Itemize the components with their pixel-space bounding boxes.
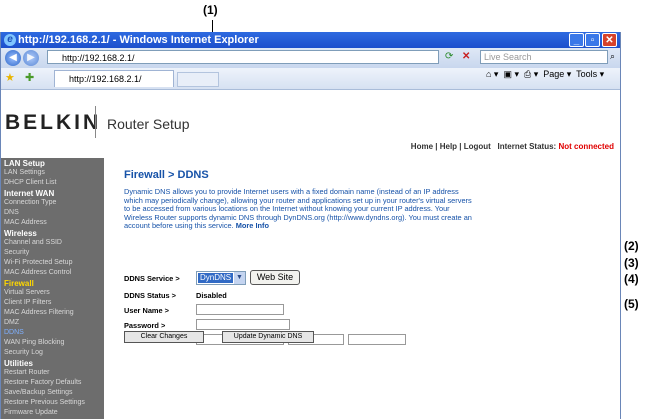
sidebar-item[interactable]: DNS	[4, 209, 19, 216]
username-label: User Name >	[124, 306, 169, 315]
browser-window: e http://192.168.2.1/ - Windows Internet…	[0, 32, 621, 419]
page-menu[interactable]: Page	[543, 69, 564, 79]
router-header: BELKIN Router Setup Home | Help | Logout…	[1, 90, 620, 158]
callout-2-label: (2)	[624, 239, 639, 253]
sidebar-item[interactable]: MAC Address	[4, 219, 47, 226]
ddns-status-label: DDNS Status >	[124, 291, 176, 300]
minimize-icon[interactable]: _	[569, 33, 584, 47]
sidebar-item[interactable]: Restore Previous Settings	[4, 399, 85, 406]
password-field[interactable]	[196, 319, 290, 330]
ddns-service-value: DynDNS	[198, 273, 234, 283]
title-bar: e http://192.168.2.1/ - Windows Internet…	[1, 32, 620, 48]
sidebar-item[interactable]: Virtual Servers	[4, 289, 50, 296]
update-dynamic-dns-button[interactable]: Update Dynamic DNS	[222, 331, 314, 343]
logout-link[interactable]: Logout	[464, 142, 491, 151]
sidebar-section-heading: Internet WAN	[4, 189, 55, 198]
back-icon[interactable]: ◀	[5, 50, 21, 66]
sidebar-item[interactable]: DHCP Client List	[4, 179, 56, 186]
refresh-icon[interactable]: ⟳	[445, 51, 453, 62]
sidebar-section-heading: LAN Setup	[4, 159, 45, 168]
main-content: Firewall > DDNS Dynamic DNS allows you t…	[104, 158, 620, 419]
address-bar-row: ◀ ▶ http://192.168.2.1/ ⟳ ✕ Live Search …	[1, 48, 620, 68]
tools-menu[interactable]: Tools	[576, 69, 597, 79]
sidebar-item[interactable]: MAC Address Control	[4, 269, 71, 276]
new-tab-button[interactable]	[177, 72, 219, 87]
callout-3-label: (3)	[624, 256, 639, 270]
chevron-down-icon: ▼	[234, 272, 245, 284]
belkin-logo: BELKIN	[5, 111, 102, 134]
favorites-star-icon[interactable]: ★	[5, 71, 15, 84]
sidebar-item[interactable]: Channel and SSID	[4, 239, 62, 246]
sidebar-item[interactable]: Firewall	[4, 279, 34, 288]
internet-status-label: Internet Status:	[497, 142, 557, 151]
callout-5-label: (5)	[624, 297, 639, 311]
close-icon[interactable]: ✕	[602, 33, 617, 47]
sidebar-item[interactable]: LAN Settings	[4, 169, 45, 176]
top-nav: Home | Help | Logout Internet Status: No…	[410, 142, 614, 151]
forward-icon[interactable]: ▶	[23, 50, 39, 66]
domain-name-field-3[interactable]	[348, 334, 406, 345]
sidebar-item[interactable]: Wi-Fi Protected Setup	[4, 259, 72, 266]
sidebar-item[interactable]: Client IP Filters	[4, 299, 51, 306]
ddns-service-select[interactable]: DynDNS ▼	[196, 271, 246, 285]
sidebar-item[interactable]: Firmware Update	[4, 409, 58, 416]
sidebar-section-heading: Wireless	[4, 229, 37, 238]
feeds-icon[interactable]: ▣ ▾	[503, 69, 519, 79]
username-field[interactable]	[196, 304, 284, 315]
callout-4-label: (4)	[624, 272, 639, 286]
sidebar-item[interactable]: DDNS	[4, 329, 24, 336]
sidebar-item[interactable]: Security	[4, 249, 29, 256]
sidebar-item[interactable]: Security Log	[4, 349, 43, 356]
clear-changes-button[interactable]: Clear Changes	[124, 331, 204, 343]
sidebar-item[interactable]: Save/Backup Settings	[4, 389, 73, 396]
sidebar: LAN Setup LAN Settings DHCP Client List Int…	[1, 158, 104, 419]
ddns-description: Dynamic DNS allows you to provide Intern…	[124, 187, 479, 231]
sidebar-section-heading: Utilities	[4, 359, 33, 368]
callout-1-label: (1)	[203, 3, 218, 17]
ddns-status-value: Disabled	[196, 291, 227, 300]
search-icon[interactable]: ⌕	[610, 51, 615, 62]
internet-status-value: Not connected	[558, 142, 614, 151]
tab-router[interactable]: http://192.168.2.1/	[54, 70, 174, 87]
password-label: Password >	[124, 321, 166, 330]
app-title: Router Setup	[107, 116, 190, 132]
page-title: Firewall > DDNS	[124, 169, 209, 181]
sidebar-item[interactable]: DMZ	[4, 319, 19, 326]
description-text: Dynamic DNS allows you to provide Intern…	[124, 187, 472, 231]
help-link[interactable]: Help	[440, 142, 457, 151]
sidebar-item[interactable]: MAC Address Filtering	[4, 309, 74, 316]
more-info-link[interactable]: More Info	[236, 221, 269, 231]
web-site-button[interactable]: Web Site	[250, 270, 300, 285]
sidebar-item[interactable]: WAN Ping Blocking	[4, 339, 64, 346]
stop-icon[interactable]: ✕	[462, 51, 470, 62]
window-title: http://192.168.2.1/ - Windows Internet E…	[18, 34, 259, 46]
search-input[interactable]: Live Search	[480, 50, 608, 64]
home-icon[interactable]: ⌂ ▾	[486, 69, 498, 79]
sidebar-item[interactable]: Restart Router	[4, 369, 50, 376]
print-icon[interactable]: ⎙ ▾	[524, 69, 538, 79]
sidebar-item[interactable]: Restore Factory Defaults	[4, 379, 81, 386]
home-link[interactable]: Home	[411, 142, 433, 151]
command-bar: ⌂ ▾ ▣ ▾ ⎙ ▾ Page ▾ Tools ▾	[486, 69, 605, 79]
sidebar-item[interactable]: Connection Type	[4, 199, 56, 206]
maximize-icon[interactable]: ▫	[585, 33, 600, 47]
logo-divider	[95, 106, 96, 138]
ddns-service-label: DDNS Service >	[124, 274, 180, 283]
address-field[interactable]: http://192.168.2.1/	[47, 50, 439, 64]
add-favorites-icon[interactable]: ✚	[25, 71, 34, 84]
ie-logo-icon: e	[4, 34, 16, 46]
